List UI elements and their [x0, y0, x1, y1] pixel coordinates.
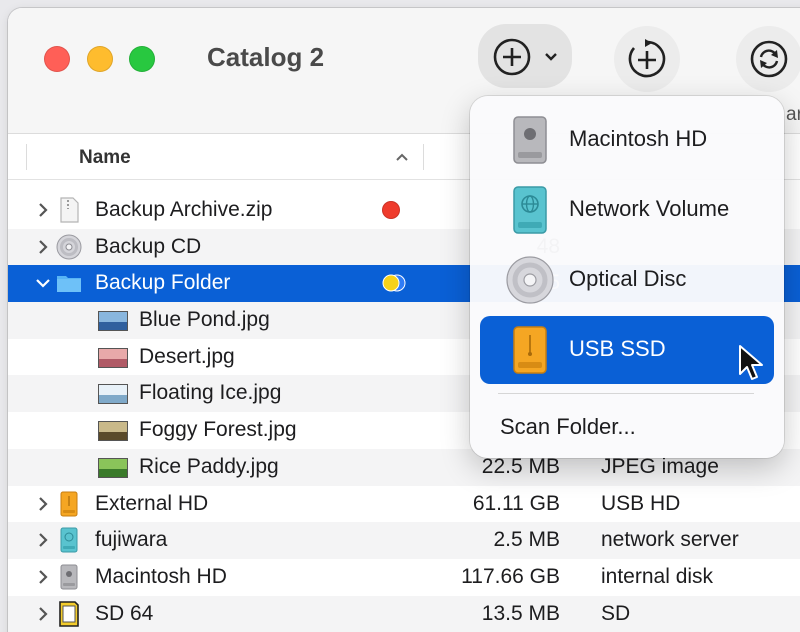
add-volume-button[interactable] — [478, 24, 572, 88]
disclosure-collapsed-icon[interactable] — [34, 528, 52, 553]
color-tag-badge — [382, 274, 406, 292]
menu-item-label: Macintosh HD — [569, 126, 708, 151]
sd-card-icon — [56, 600, 82, 627]
item-size: 13.5 MB — [481, 601, 560, 625]
list-item[interactable]: Macintosh HD 117.66 GB internal disk — [8, 559, 800, 596]
list-item[interactable]: External HD 61.11 GB USB HD — [8, 486, 800, 523]
item-name: Desert.jpg — [139, 344, 235, 368]
list-item[interactable]: fujiwara 2.5 MB network server — [8, 522, 800, 559]
usb-drive-icon — [513, 326, 547, 374]
color-tag-badge — [382, 201, 400, 219]
add-item-button[interactable] — [614, 26, 680, 92]
cd-icon — [56, 234, 82, 260]
image-thumbnail-icon — [98, 421, 128, 442]
chevron-down-icon — [545, 53, 557, 61]
disclosure-collapsed-icon[interactable] — [34, 565, 52, 590]
add-volume-menu: Macintosh HD Network Volume Optical Disc — [470, 96, 784, 458]
internal-disk-icon — [513, 116, 547, 164]
disclosure-collapsed-icon[interactable] — [34, 198, 52, 223]
refresh-button[interactable] — [736, 26, 800, 92]
item-name: Floating Ice.jpg — [139, 381, 282, 405]
item-name: Backup Folder — [95, 271, 231, 295]
internal-disk-icon — [56, 564, 82, 590]
menu-item-network-volume[interactable]: Network Volume — [480, 176, 774, 244]
item-kind: USB HD — [601, 491, 681, 515]
item-name: Backup CD — [95, 234, 202, 258]
disclosure-collapsed-icon[interactable] — [34, 492, 52, 517]
usb-drive-icon — [56, 491, 82, 517]
folder-icon — [56, 270, 82, 296]
item-size: 2.5 MB — [493, 528, 560, 552]
minimize-window-button[interactable] — [87, 46, 113, 72]
plus-circle-icon — [493, 38, 531, 76]
item-size: 22.5 MB — [481, 454, 560, 478]
sort-ascending-icon[interactable] — [395, 152, 409, 162]
disclosure-expanded-icon[interactable] — [34, 271, 52, 296]
optical-disc-icon — [506, 256, 554, 304]
close-window-button[interactable] — [44, 46, 70, 72]
item-name: Macintosh HD — [95, 564, 227, 588]
mouse-pointer-icon — [739, 345, 763, 380]
item-name: Foggy Forest.jpg — [139, 418, 297, 442]
list-item[interactable]: SD 64 13.5 MB SD — [8, 595, 800, 632]
menu-item-optical-disc[interactable]: Optical Disc — [480, 246, 774, 314]
menu-item-label: Optical Disc — [569, 266, 687, 291]
image-thumbnail-icon — [98, 311, 128, 332]
image-thumbnail-icon — [98, 347, 128, 368]
item-kind: internal disk — [601, 564, 714, 588]
zoom-window-button[interactable] — [129, 46, 155, 72]
refresh-icon — [750, 40, 788, 78]
disclosure-collapsed-icon[interactable] — [34, 602, 52, 627]
item-size: 117.66 GB — [461, 564, 560, 588]
item-kind: JPEG image — [601, 454, 719, 478]
item-kind: SD — [601, 601, 631, 625]
toolbar-label-truncated: ar — [786, 104, 800, 125]
item-name: External HD — [95, 491, 209, 515]
item-kind: network server — [601, 528, 739, 552]
item-name: Backup Archive.zip — [95, 198, 273, 221]
image-thumbnail-icon — [98, 384, 128, 405]
menu-item-usb-ssd[interactable]: USB SSD — [480, 316, 774, 384]
disclosure-collapsed-icon[interactable] — [34, 235, 52, 260]
item-name: Rice Paddy.jpg — [139, 454, 279, 478]
item-size: 61.11 GB — [472, 491, 560, 515]
item-name: fujiwara — [95, 528, 168, 552]
menu-divider — [498, 393, 754, 394]
network-volume-icon — [513, 186, 547, 234]
menu-item-scan-folder[interactable]: Scan Folder... — [500, 414, 636, 440]
name-column-header[interactable]: Name — [79, 147, 131, 169]
menu-item-macintosh-hd[interactable]: Macintosh HD — [480, 106, 774, 174]
menu-item-label: Network Volume — [569, 196, 730, 221]
column-separator — [26, 144, 27, 170]
item-name: Blue Pond.jpg — [139, 308, 270, 332]
zip-file-icon — [56, 197, 82, 223]
item-name: SD 64 — [95, 601, 154, 625]
plus-arrow-circle-icon — [628, 39, 666, 78]
column-separator — [423, 144, 424, 170]
network-volume-icon — [56, 527, 82, 553]
image-thumbnail-icon — [98, 457, 128, 478]
window-title: Catalog 2 — [207, 42, 325, 72]
menu-item-label: USB SSD — [569, 336, 666, 361]
